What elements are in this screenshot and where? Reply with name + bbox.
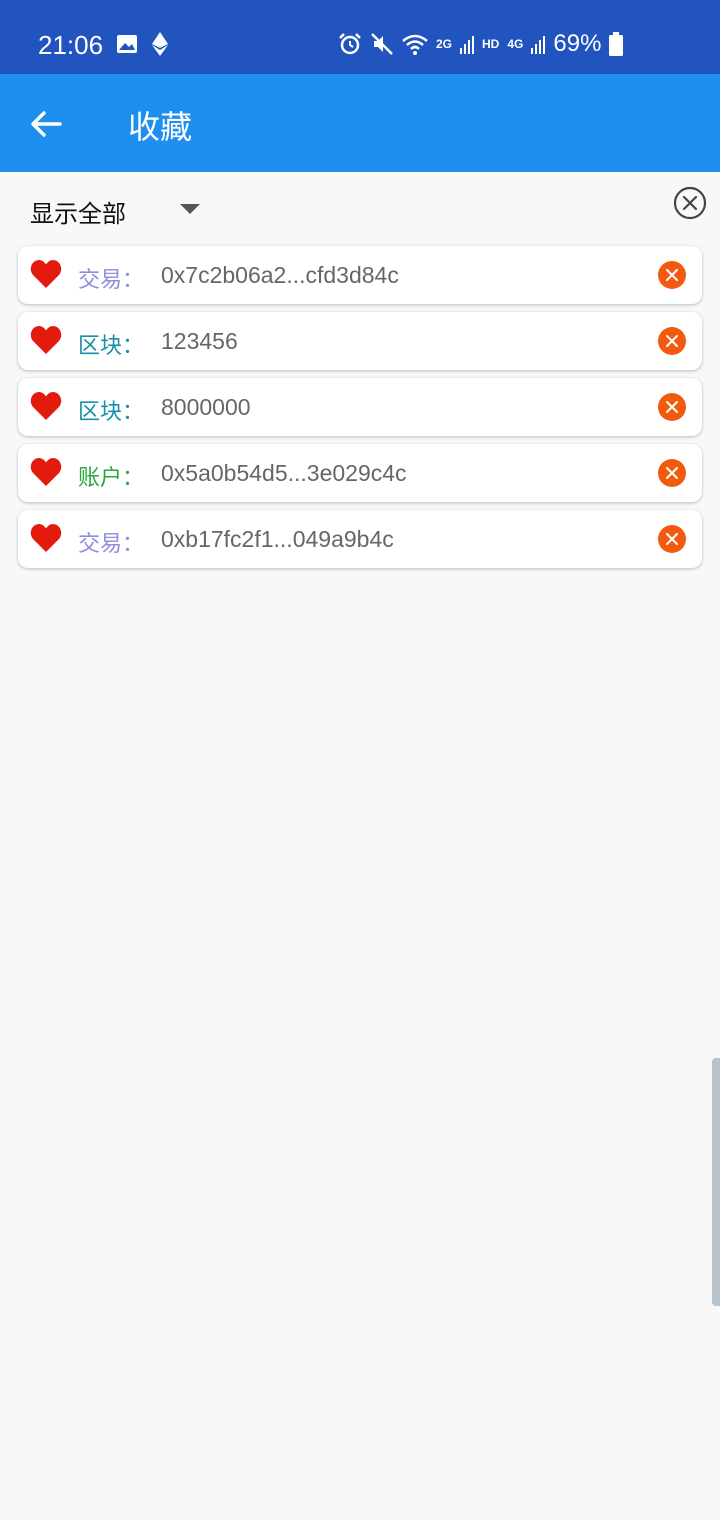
remove-icon[interactable] (657, 260, 687, 290)
heart-icon (30, 458, 62, 486)
network-2g-label: 2G (436, 37, 453, 51)
signal-icon (531, 36, 546, 54)
list-item[interactable]: 区块： 123456 (18, 312, 702, 370)
item-type-label: 区块： (78, 333, 145, 358)
filter-row: 显示全部 (0, 172, 720, 244)
mute-icon (371, 33, 393, 55)
status-bar: 21:06 2G HD 4G 69% (0, 0, 720, 74)
scrollbar[interactable] (712, 1058, 720, 1306)
page-title: 收藏 (128, 109, 193, 145)
alarm-icon (339, 33, 361, 55)
item-value: 123456 (161, 328, 238, 354)
ethereum-icon (152, 32, 168, 56)
gallery-icon (117, 35, 137, 53)
heart-icon (30, 524, 62, 552)
back-arrow-icon[interactable] (26, 104, 66, 144)
clear-all-icon[interactable] (673, 186, 707, 220)
signal-icon (460, 36, 475, 54)
dropdown-caret-icon[interactable] (180, 204, 200, 214)
item-type-label: 交易： (78, 531, 145, 556)
list-item[interactable]: 区块： 8000000 (18, 378, 702, 436)
item-type-label: 交易： (78, 267, 145, 292)
item-type-label: 账户： (78, 465, 145, 490)
heart-icon (30, 260, 62, 288)
battery-icon (609, 32, 624, 56)
wifi-icon (402, 34, 428, 55)
heart-icon (30, 392, 62, 420)
favorites-list: 交易： 0x7c2b06a2...cfd3d84c 区块： 123456 区块： 8000… (18, 246, 702, 576)
filter-dropdown-label[interactable]: 显示全部 (30, 194, 126, 229)
item-value: 0x7c2b06a2...cfd3d84c (161, 262, 399, 288)
remove-icon[interactable] (657, 524, 687, 554)
heart-icon (30, 326, 62, 354)
list-item[interactable]: 交易： 0xb17fc2f1...049a9b4c (18, 510, 702, 568)
item-value: 8000000 (161, 394, 251, 420)
remove-icon[interactable] (657, 458, 687, 488)
network-hd-label: HD (482, 37, 500, 51)
list-item[interactable]: 交易： 0x7c2b06a2...cfd3d84c (18, 246, 702, 304)
battery-percent: 69% (553, 30, 602, 57)
remove-icon[interactable] (657, 326, 687, 356)
list-item[interactable]: 账户： 0x5a0b54d5...3e029c4c (18, 444, 702, 502)
app-bar: 收藏 (0, 74, 720, 172)
item-value: 0x5a0b54d5...3e029c4c (161, 460, 407, 486)
remove-icon[interactable] (657, 392, 687, 422)
item-value: 0xb17fc2f1...049a9b4c (161, 526, 394, 552)
status-time: 21:06 (38, 30, 104, 60)
item-type-label: 区块： (78, 399, 145, 424)
network-4g-label: 4G (507, 37, 524, 51)
